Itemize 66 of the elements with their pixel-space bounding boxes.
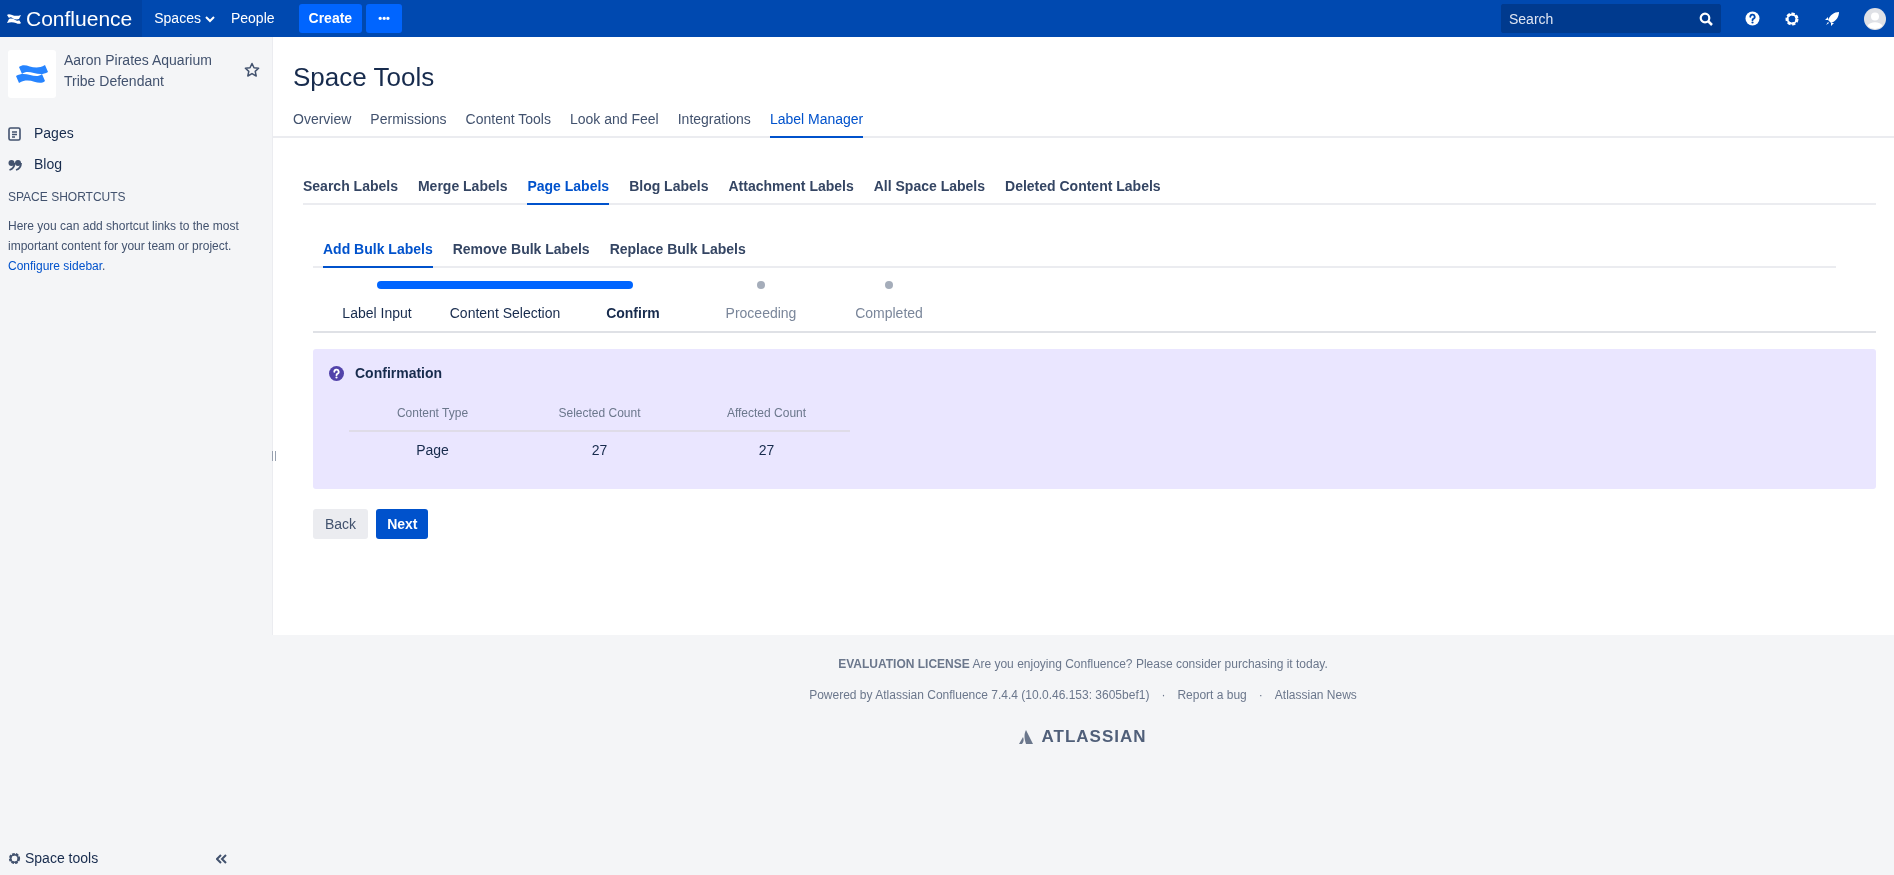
- atlassian-logo: ATLASSIAN: [1019, 724, 1147, 750]
- create-button[interactable]: Create: [298, 4, 363, 33]
- search-icon[interactable]: [1699, 12, 1713, 26]
- nav-menu-item[interactable]: People: [222, 0, 283, 37]
- tab[interactable]: Content Tools: [465, 109, 551, 138]
- panel-title: Confirmation: [355, 364, 443, 383]
- table-cell: Page: [349, 431, 516, 469]
- rocket-icon[interactable]: [1824, 10, 1840, 27]
- step-label: Content Selection: [449, 304, 561, 323]
- tab[interactable]: Look and Feel: [569, 109, 659, 138]
- collapse-icon[interactable]: [216, 853, 228, 864]
- page-icon: [8, 126, 21, 141]
- space-tools-button[interactable]: Space tools: [8, 848, 99, 869]
- resize-handle[interactable]: [272, 451, 276, 461]
- column-header: Content Type: [349, 398, 516, 431]
- page-title: Space Tools: [293, 61, 436, 94]
- sidebar-help-text: Here you can add shortcut links to the most important content for your team or project. Configure sidebar.: [7, 218, 240, 275]
- step-label: Completed: [855, 304, 923, 323]
- column-header: Affected Count: [683, 398, 850, 431]
- tab[interactable]: Replace Bulk Labels: [609, 239, 746, 268]
- tab[interactable]: Label Manager: [769, 109, 864, 138]
- logo-icon: [6, 11, 22, 26]
- footer-link[interactable]: Atlassian News: [1274, 686, 1357, 704]
- settings-icon[interactable]: [1784, 10, 1800, 27]
- space-logo: [8, 50, 56, 98]
- settings-icon: [8, 852, 21, 865]
- footer-link[interactable]: Report a bug: [1177, 686, 1247, 704]
- tab[interactable]: Blog Labels: [629, 176, 709, 205]
- separator: ·: [1161, 687, 1166, 704]
- tab[interactable]: Add Bulk Labels: [323, 239, 433, 268]
- help-icon[interactable]: [1745, 11, 1760, 26]
- tab[interactable]: Integrations: [677, 109, 751, 138]
- section-heading: SPACE SHORTCUTS: [7, 189, 127, 206]
- column-header: Selected Count: [516, 398, 683, 431]
- configure-sidebar-link[interactable]: Configure sidebar: [8, 259, 103, 273]
- license-text: EVALUATION LICENSE Are you enjoying Confluence? Please consider purchasing it today.: [838, 656, 1328, 673]
- sidebar-item[interactable]: Pages: [8, 118, 264, 149]
- atlassian-mark-icon: [1019, 729, 1034, 744]
- version-text: Powered by Atlassian Confluence 7.4.4 (10.0.46.153: 3605bef1): [809, 687, 1150, 704]
- tab[interactable]: Page Labels: [527, 176, 610, 205]
- more-button[interactable]: •••: [366, 4, 403, 33]
- back-button[interactable]: Back: [313, 509, 369, 539]
- next-button[interactable]: Next: [376, 509, 429, 539]
- separator: ·: [1258, 687, 1263, 704]
- tab[interactable]: All Space Labels: [873, 176, 985, 205]
- sidebar-item[interactable]: Blog: [8, 149, 264, 180]
- tab[interactable]: Overview: [293, 109, 352, 138]
- quote-icon: [8, 158, 22, 171]
- tab[interactable]: Permissions: [370, 109, 447, 138]
- tab[interactable]: Search Labels: [303, 176, 398, 205]
- step-label: Label Input: [342, 304, 412, 323]
- tab[interactable]: Attachment Labels: [728, 176, 854, 205]
- star-icon[interactable]: [244, 62, 260, 78]
- search-field[interactable]: Search: [1501, 4, 1721, 33]
- avatar[interactable]: [1864, 7, 1886, 30]
- logo-text: Confluence: [26, 5, 133, 32]
- nav-menu-item[interactable]: Spaces: [146, 0, 223, 37]
- tab[interactable]: Remove Bulk Labels: [452, 239, 590, 268]
- step-label: Confirm: [606, 304, 660, 323]
- table-cell: 27: [683, 431, 850, 469]
- table-cell: 27: [516, 431, 683, 469]
- question-icon: [329, 366, 344, 381]
- space-name[interactable]: Aaron Pirates Aquarium Tribe Defendant: [64, 50, 244, 92]
- tab[interactable]: Deleted Content Labels: [1005, 176, 1161, 205]
- tab[interactable]: Merge Labels: [417, 176, 508, 205]
- step-label: Proceeding: [725, 304, 797, 323]
